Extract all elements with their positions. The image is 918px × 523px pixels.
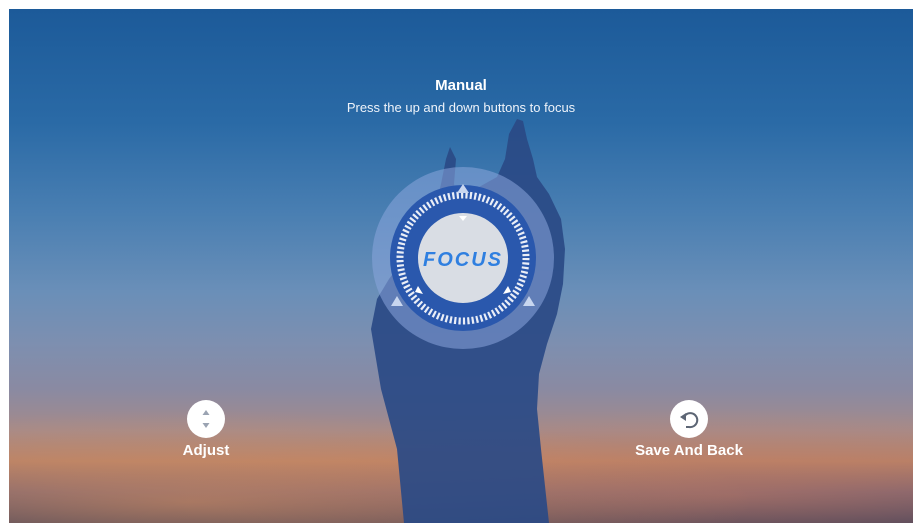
up-down-arrows-icon: [187, 400, 225, 438]
focus-dial[interactable]: FOCUS: [371, 166, 555, 350]
focus-label: FOCUS: [423, 249, 503, 271]
adjust-label: Adjust: [182, 442, 230, 459]
focus-screen: Manual Press the up and down buttons to …: [9, 9, 913, 523]
adjust-hint[interactable]: Adjust: [161, 400, 251, 459]
save-and-back-hint[interactable]: Save And Back: [629, 400, 749, 459]
page-title: Manual: [435, 77, 487, 94]
page-subtitle: Press the up and down buttons to focus: [346, 100, 576, 115]
undo-arrow-icon: [670, 400, 708, 438]
save-and-back-label: Save And Back: [635, 442, 743, 459]
